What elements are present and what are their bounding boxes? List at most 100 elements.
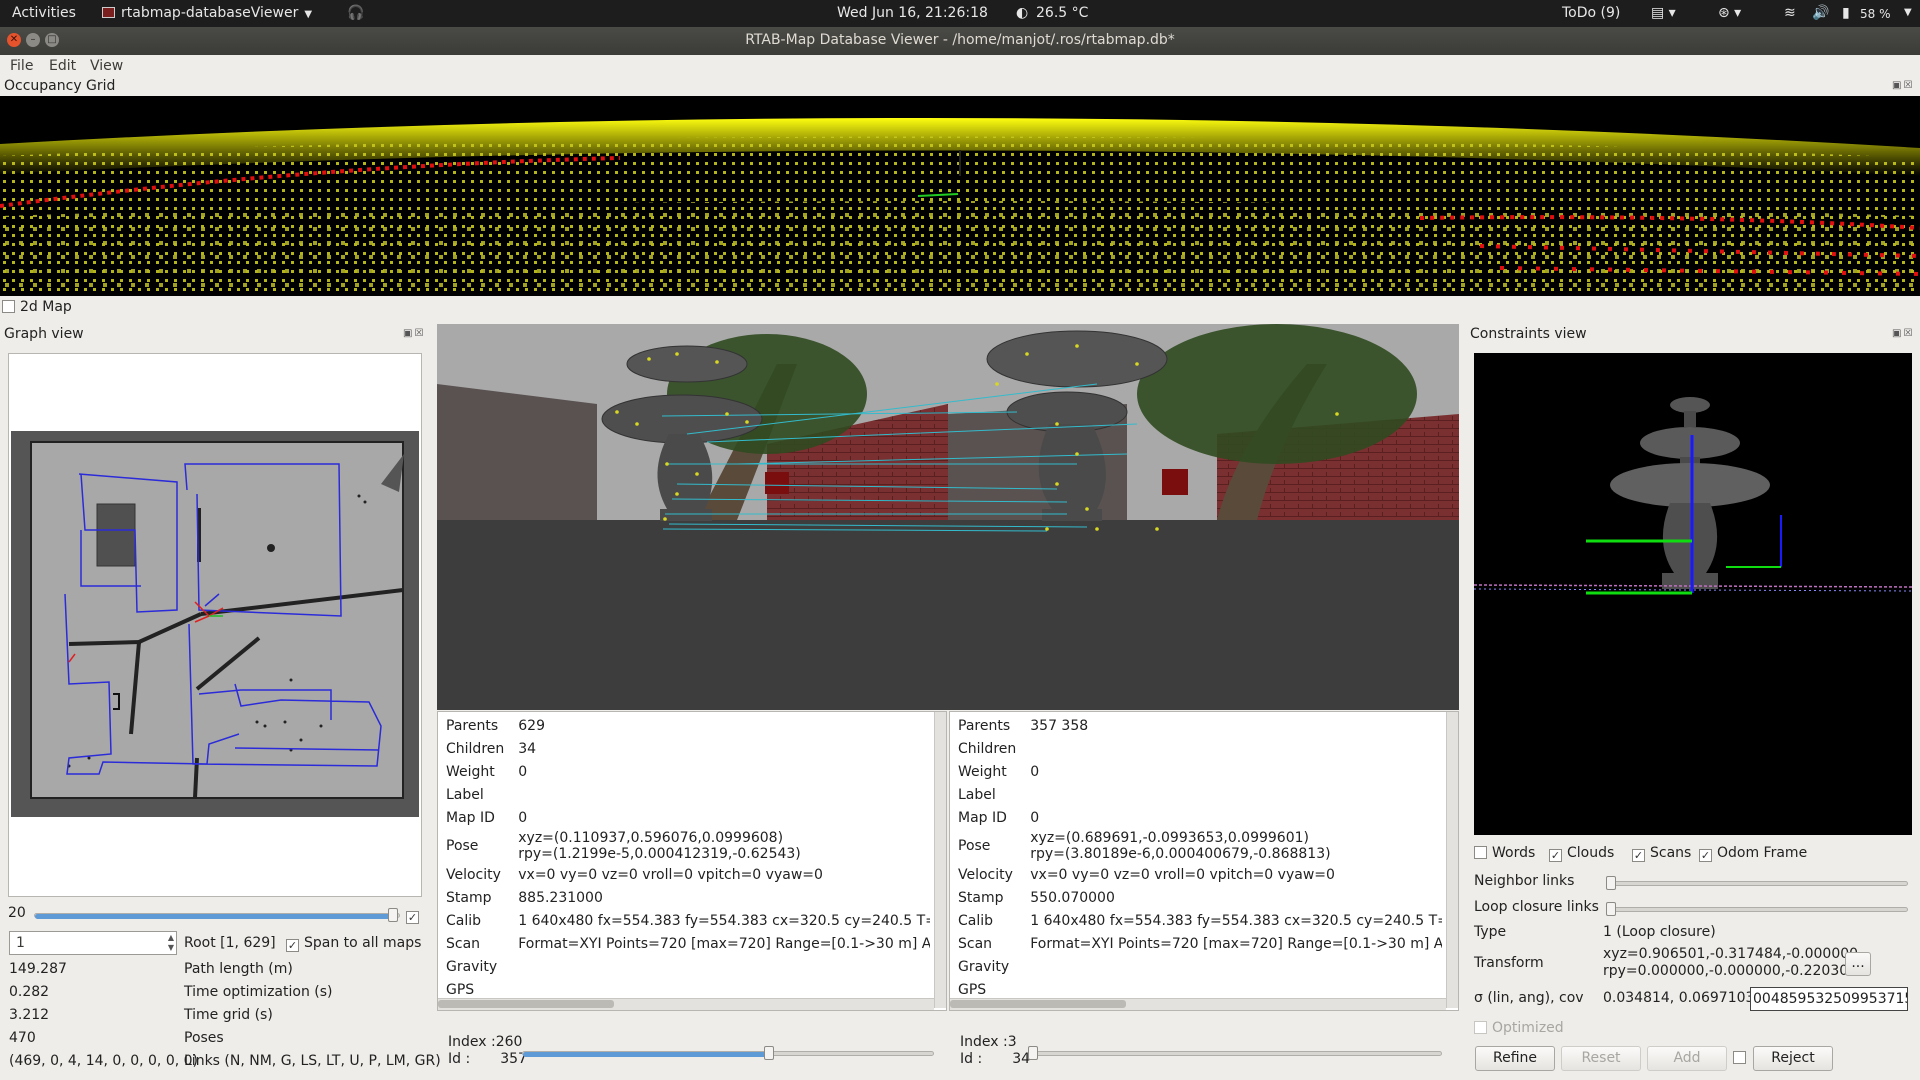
span-all-maps-checkbox[interactable]: ✓ Span to all maps — [286, 935, 421, 952]
loop-closure-links-slider[interactable] — [1606, 907, 1908, 912]
chevron-down-icon: ▼ — [304, 9, 313, 20]
checkbox-box — [1733, 1051, 1746, 1064]
loop-closure-links-slider-handle[interactable] — [1606, 902, 1616, 916]
scans-checkbox[interactable]: ✓ Scans — [1632, 845, 1691, 862]
info-value: 1 640x480 fx=554.383 fy=554.383 cx=320.5… — [518, 912, 930, 929]
headphones-icon[interactable]: 🎧 — [347, 5, 364, 21]
id-right: Id :34 — [960, 1051, 1030, 1067]
graph-slider-checkbox[interactable]: ✓ — [406, 907, 424, 924]
add-button[interactable]: Add — [1647, 1046, 1727, 1071]
index-right: Index :3 — [960, 1034, 1017, 1050]
optimized-checkbox[interactable]: Optimized — [1474, 1020, 1564, 1036]
info-row: Stamp 885.231000 — [438, 886, 930, 909]
occupancy-grid-3d-view[interactable] — [0, 96, 1920, 296]
chevron-down-icon[interactable]: ▼ — [1904, 7, 1912, 18]
neighbor-links-label: Neighbor links — [1474, 873, 1575, 889]
2d-map-checkbox[interactable]: 2d Map — [2, 299, 72, 315]
scroll-thumb[interactable] — [438, 1000, 614, 1008]
refine-button[interactable]: Refine — [1475, 1046, 1555, 1071]
horizontal-scrollbar[interactable] — [950, 998, 1446, 1010]
weather[interactable]: 26.5 °C — [1036, 5, 1088, 21]
index-slider-right-handle[interactable] — [1028, 1046, 1038, 1060]
reject-checkbox[interactable] — [1733, 1050, 1751, 1066]
pose-rpy: rpy=(1.2199e-5,0.000412319,-0.62543) — [518, 846, 801, 862]
scroll-thumb[interactable] — [950, 1000, 1126, 1008]
vertical-scrollbar[interactable] — [934, 712, 946, 1008]
loop-closure-links-label: Loop closure links — [1474, 899, 1599, 915]
info-row: Scan Format=XYI Points=720 [max=720] Rang… — [950, 932, 1442, 955]
loop-closure-image-view[interactable] — [437, 324, 1459, 710]
index-slider-left-handle[interactable] — [764, 1046, 774, 1060]
node-info-right[interactable]: Parents 357 358 Children Weight 0 Label Map ID… — [949, 711, 1459, 1011]
info-value: Format=XYI Points=720 [max=720] Range=[0… — [518, 935, 931, 952]
info-key: Gravity — [958, 958, 1010, 975]
info-key: Scan — [446, 935, 481, 952]
transform-edit-button[interactable]: ... — [1845, 952, 1871, 976]
clipboard-icon[interactable]: ▤ ▾ — [1651, 5, 1676, 21]
app-icon — [102, 7, 115, 18]
info-row: Parents 629 — [438, 714, 930, 737]
info-key: Parents — [446, 717, 499, 734]
pose-xyz: xyz=(0.689691,-0.0993653,0.0999601) — [1030, 830, 1309, 846]
info-value: 0 — [518, 809, 528, 826]
transform-rpy: rpy=0.000000,-0.000000,-0.220300 — [1603, 963, 1858, 979]
info-value: 0 — [1030, 809, 1040, 826]
neighbor-links-slider[interactable] — [1606, 881, 1908, 886]
todo-indicator[interactable]: ToDo (9) — [1562, 5, 1620, 21]
info-value: xyz=(0.689691,-0.0993653,0.0999601) rpy=(… — [1022, 829, 1442, 863]
graph-view-canvas[interactable] — [8, 353, 422, 897]
spin-arrows-icon[interactable]: ▲ ▼ — [168, 933, 174, 953]
vertical-scrollbar[interactable] — [1446, 712, 1458, 1008]
volume-icon[interactable]: 🔊 — [1812, 5, 1829, 21]
menu-edit[interactable]: Edit — [49, 58, 76, 74]
info-key: Children — [958, 740, 1017, 757]
activities-button[interactable]: Activities — [12, 5, 76, 21]
index-slider-right[interactable] — [1028, 1051, 1442, 1056]
covariance-field[interactable]: 0048595325099537​15] — [1750, 987, 1908, 1011]
info-value: Format=XYI Points=720 [max=720] Range=[0… — [1030, 935, 1443, 952]
constraints-3d-view[interactable] — [1473, 353, 1913, 835]
info-row: Map ID 0 — [950, 806, 1442, 829]
info-row: Velocity vx=0 vy=0 vz=0 vroll=0 vpitch=0 … — [438, 863, 930, 886]
stat-label: Time optimization (s) — [184, 984, 333, 1000]
system-top-bar: Activities rtabmap-databaseViewer ▼ 🎧 Wed… — [0, 0, 1920, 27]
battery-icon[interactable]: ▮ — [1842, 5, 1850, 21]
dock-float-close-icon[interactable]: ▣☒ — [403, 328, 425, 339]
type-value: 1 (Loop closure) — [1603, 924, 1716, 940]
constraints-view-title: Constraints view — [1470, 326, 1587, 342]
clock[interactable]: Wed Jun 16, 21:26:18 — [837, 5, 988, 21]
info-value: 629 — [518, 717, 545, 734]
check-icon: ✓ — [406, 911, 419, 924]
menubar: File Edit View — [0, 55, 1920, 78]
reset-button[interactable]: Reset — [1561, 1046, 1641, 1071]
wifi-icon[interactable]: ≋ — [1784, 5, 1796, 21]
info-value — [510, 783, 930, 806]
graph-slider-handle[interactable] — [388, 908, 398, 922]
reject-button[interactable]: Reject — [1753, 1046, 1833, 1071]
menu-view[interactable]: View — [90, 58, 123, 74]
transform-label: Transform — [1474, 955, 1544, 971]
node-info-left[interactable]: Parents 629 Children 34 Weight 0 Label Map ID 0 P… — [437, 711, 947, 1011]
info-row: Map ID 0 — [438, 806, 930, 829]
occupancy-grid-title: Occupancy Grid — [4, 78, 116, 94]
pose-rpy: rpy=(3.80189e-6,0.000400679,-0.868813) — [1030, 846, 1331, 862]
info-row: Scan Format=XYI Points=720 [max=720] Rang… — [438, 932, 930, 955]
clouds-checkbox[interactable]: ✓ Clouds — [1549, 845, 1614, 862]
sigma-label: σ (lin, ang), cov — [1474, 990, 1584, 1006]
accessibility-icon[interactable]: ⊛ ▾ — [1718, 5, 1741, 21]
odom-frame-checkbox[interactable]: ✓ Odom Frame — [1699, 845, 1807, 862]
neighbor-links-slider-handle[interactable] — [1606, 876, 1616, 890]
app-menu[interactable]: rtabmap-databaseViewer ▼ — [102, 5, 312, 21]
dock-float-close-icon[interactable]: ▣☒ — [1892, 328, 1914, 339]
info-key: Scan — [958, 935, 993, 952]
dock-float-close-icon[interactable]: ▣☒ — [1892, 80, 1914, 91]
root-label: Root [1, 629] — [184, 935, 276, 951]
menu-file[interactable]: File — [10, 58, 33, 74]
info-value: vx=0 vy=0 vz=0 vroll=0 vpitch=0 vyaw=0 — [1030, 866, 1335, 883]
words-checkbox[interactable]: Words — [1474, 845, 1535, 861]
horizontal-scrollbar[interactable] — [438, 998, 934, 1010]
info-row: Label — [438, 783, 930, 806]
info-row: Calib 1 640x480 fx=554.383 fy=554.383 cx=… — [438, 909, 930, 932]
root-spinbox[interactable]: 1 ▲ ▼ — [9, 931, 177, 955]
stat-label: Path length (m) — [184, 961, 293, 977]
